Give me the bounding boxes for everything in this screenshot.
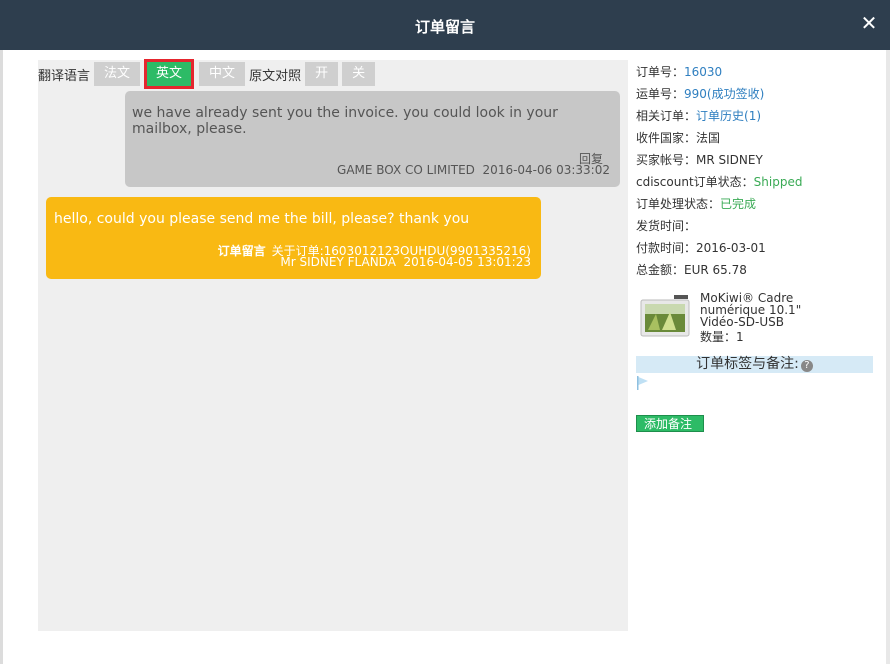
question-circle-icon[interactable]: ? xyxy=(800,360,813,372)
lang-chinese-button[interactable]: 中文 xyxy=(199,62,246,86)
process-status-row: 订单处理状态：已完成 xyxy=(636,197,757,211)
cdiscount-status: Shipped xyxy=(753,175,803,189)
dialog-titlebar: 订单留言 ✕ xyxy=(0,0,890,50)
remarks-title: 订单标签与备注: xyxy=(696,356,799,372)
dialog-title: 订单留言 xyxy=(414,18,475,36)
product-quantity: 数量：1 xyxy=(700,330,744,344)
close-icon[interactable]: ✕ xyxy=(860,12,878,34)
buyer-account: 买家帐号：MR SIDNEY xyxy=(636,153,763,167)
related-orders-row: 相关订单：订单历史(1) xyxy=(636,109,762,123)
compare-original-label: 原文对照 xyxy=(249,68,302,84)
tracking-status: (成功签收) xyxy=(706,87,765,101)
process-status: 已完成 xyxy=(720,197,757,211)
message-meta: GAME BOX CO LIMITED 2016-04-06 03:33:02 xyxy=(337,163,610,177)
tracking-row: 运单号：990(成功签收) xyxy=(636,87,765,101)
scrollbar-track xyxy=(886,50,890,664)
message-meta: Mr SIDNEY FLANDA 2016-04-05 13:01:23 xyxy=(280,255,531,269)
incoming-message: we have already sent you the invoice. yo… xyxy=(125,91,620,187)
order-info: 订单号：16030 运单号：990(成功签收) 相关订单：订单历史(1) 收件国… xyxy=(636,64,876,284)
tracking-number-link[interactable]: 990 xyxy=(684,87,707,101)
order-number-row: 订单号：16030 xyxy=(636,65,723,79)
lang-french-button[interactable]: 法文 xyxy=(94,62,141,86)
flag-icon[interactable] xyxy=(637,376,649,390)
product-item: MoKiwi® Cadre numérique 10.1" Vidéo-SD-U… xyxy=(636,292,876,346)
add-remark-button[interactable]: 添加备注 xyxy=(636,415,704,432)
order-history-link[interactable]: 订单历史(1) xyxy=(696,109,761,123)
product-thumbnail[interactable] xyxy=(638,294,692,344)
cdiscount-status-row: cdiscount订单状态：Shipped xyxy=(636,175,803,189)
compare-off-button[interactable]: 关 xyxy=(342,62,376,86)
translation-toolbar: 翻译语言 法文 英文 中文 原文对照 开 关 xyxy=(38,59,379,89)
backdrop-left-edge xyxy=(0,50,3,664)
message-text: hello, could you please send me the bill… xyxy=(54,211,470,227)
translate-language-label: 翻译语言 xyxy=(38,68,91,84)
order-total: 总金额：EUR 65.78 xyxy=(636,263,747,277)
ship-time: 发货时间： xyxy=(636,219,697,233)
ship-country: 收件国家：法国 xyxy=(636,131,721,145)
compare-on-button[interactable]: 开 xyxy=(305,62,339,86)
message-tag: 订单留言 xyxy=(217,244,266,258)
order-number-link[interactable]: 16030 xyxy=(684,65,722,79)
remarks-header: 订单标签与备注:? xyxy=(636,356,873,373)
lang-english-button[interactable]: 英文 xyxy=(144,59,195,89)
pay-time: 付款时间：2016-03-01 xyxy=(636,241,766,255)
outgoing-message: hello, could you please send me the bill… xyxy=(46,197,541,279)
message-text: we have already sent you the invoice. yo… xyxy=(132,105,558,137)
product-name[interactable]: MoKiwi® Cadre numérique 10.1" Vidéo-SD-U… xyxy=(700,292,830,328)
